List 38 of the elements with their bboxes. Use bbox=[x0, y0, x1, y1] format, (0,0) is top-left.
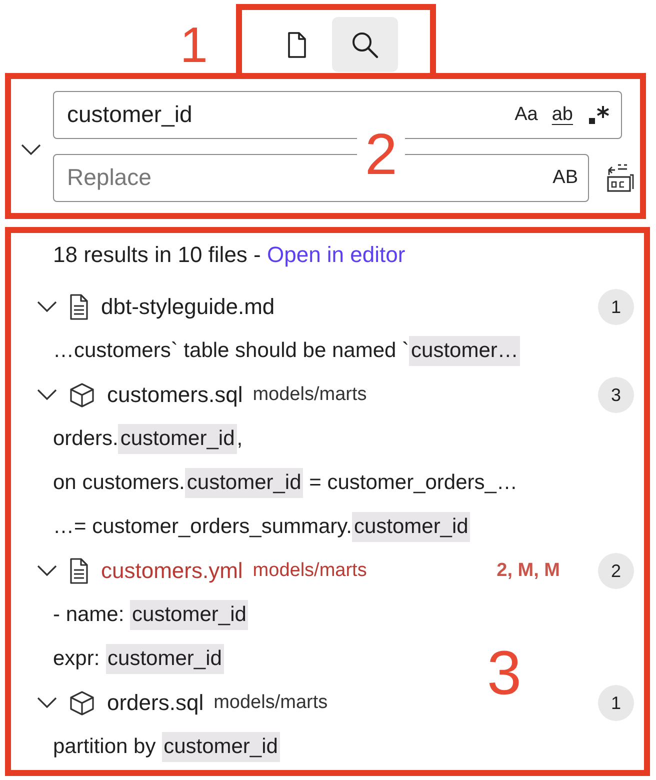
cube-icon bbox=[69, 382, 95, 408]
file-name[interactable]: dbt-styleguide.md bbox=[101, 294, 275, 320]
chevron-icon[interactable] bbox=[37, 565, 57, 577]
git-status: 2, M, M bbox=[496, 560, 560, 582]
annotation-number: 3 bbox=[487, 643, 522, 705]
match-line[interactable]: on customers.customer_id = customer_orders_… bbox=[11, 461, 644, 505]
file-icon bbox=[287, 32, 307, 58]
chevron-icon[interactable] bbox=[37, 301, 57, 313]
match-case-toggle[interactable]: Aa bbox=[514, 104, 538, 126]
file-name[interactable]: customers.sql bbox=[107, 382, 243, 408]
match-count: 1 bbox=[598, 685, 634, 721]
file-name[interactable]: orders.sql bbox=[107, 690, 204, 716]
results-summary: 18 results in 10 files - bbox=[53, 242, 262, 268]
match-line[interactable]: partition by customer_id bbox=[11, 725, 644, 769]
view-tab[interactable] bbox=[332, 17, 398, 72]
match-line[interactable]: …customers` table should be named `customer… bbox=[11, 329, 644, 373]
match-count: 2 bbox=[598, 553, 634, 589]
file-path: models/marts bbox=[214, 692, 328, 714]
chevron-icon[interactable] bbox=[37, 697, 57, 709]
document-icon bbox=[69, 294, 89, 320]
cube-icon bbox=[69, 690, 95, 716]
chevron-icon[interactable] bbox=[37, 389, 57, 401]
match-line[interactable]: …= customer_orders_summary.customer_id bbox=[11, 505, 644, 549]
file-path: models/marts bbox=[252, 560, 367, 582]
replace-all-icon[interactable] bbox=[605, 162, 635, 192]
preserve-case-toggle[interactable]: AB bbox=[552, 166, 578, 188]
document-icon bbox=[69, 558, 89, 584]
match-count: 3 bbox=[598, 377, 634, 413]
open-in-editor-link[interactable]: Open in editor bbox=[266, 242, 406, 268]
match-count: 1 bbox=[598, 289, 634, 325]
regex-icon[interactable] bbox=[587, 104, 611, 126]
whole-word-toggle[interactable]: ab bbox=[552, 104, 573, 126]
match-line[interactable]: - name: customer_id bbox=[11, 593, 644, 637]
annotation-number: 1 bbox=[180, 20, 208, 70]
match-line[interactable]: orders.customer_id, bbox=[11, 417, 644, 461]
file-path: models/marts bbox=[252, 384, 367, 406]
search-icon bbox=[351, 30, 379, 58]
file-name[interactable]: customers.yml bbox=[101, 558, 243, 584]
